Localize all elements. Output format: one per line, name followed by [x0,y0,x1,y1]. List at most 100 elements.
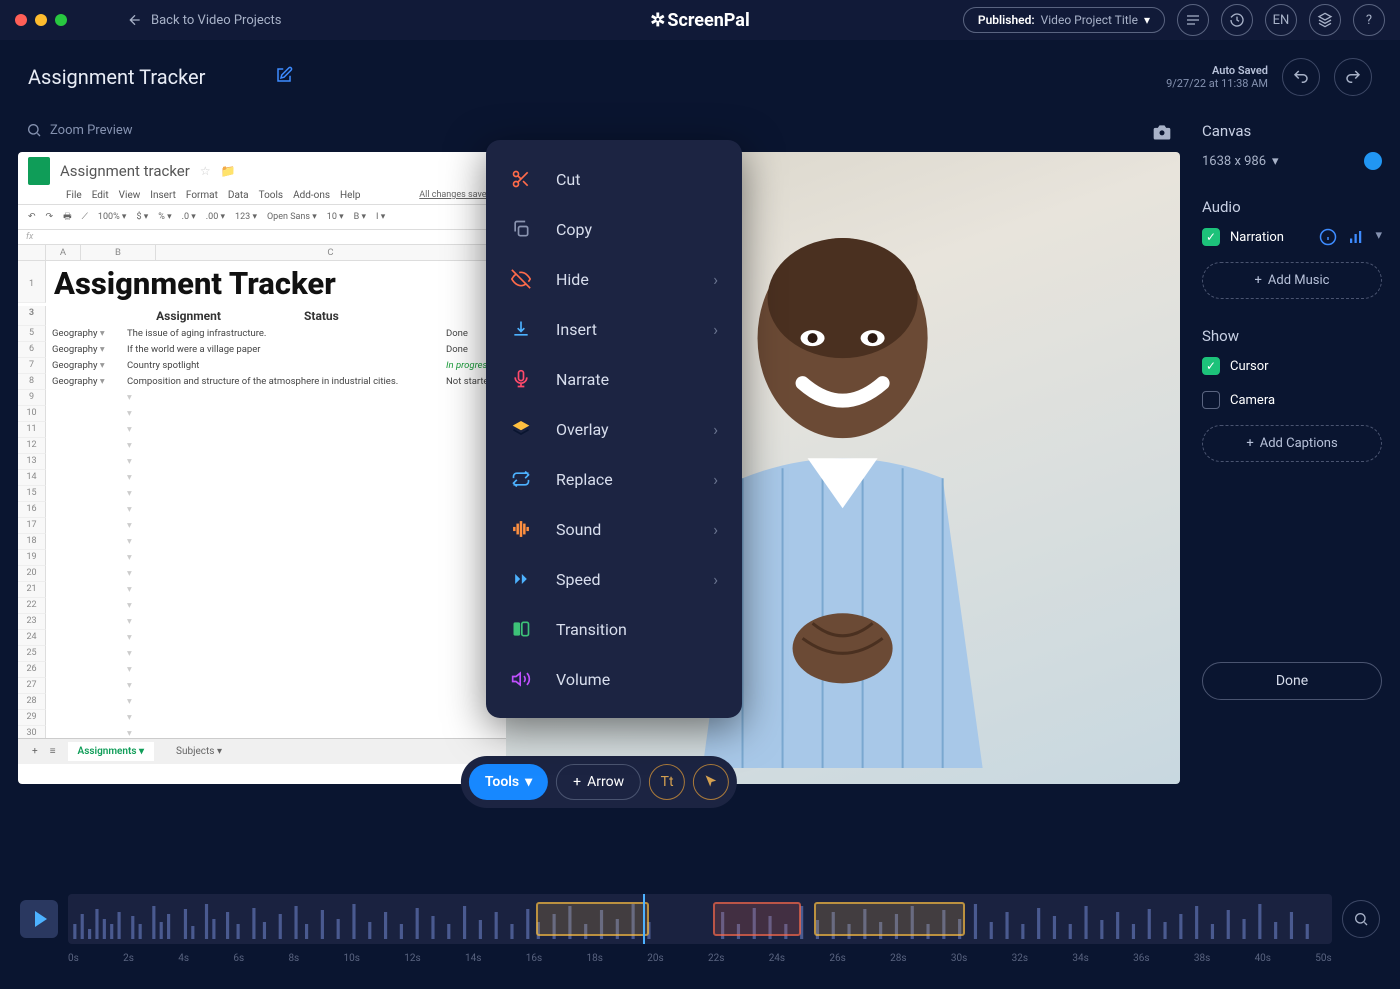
sheet-toolbar-item[interactable]: .00 ▾ [206,212,225,222]
undo-button[interactable] [1282,58,1320,96]
add-sheet-button[interactable]: + [32,746,38,757]
sheet-menu-item[interactable]: Add-ons [293,190,330,201]
menu-item-cut[interactable]: Cut [486,154,742,204]
play-icon [35,911,47,927]
edit-title-button[interactable] [275,66,293,88]
sheet-menu-item[interactable]: Tools [259,190,283,201]
menu-item-narrate[interactable]: Narrate [486,354,742,404]
arrow-tool-button[interactable]: + Arrow [556,764,641,800]
camera-checkbox[interactable] [1202,391,1220,409]
time-tick: 38s [1194,953,1210,964]
sheet-toolbar-item[interactable]: % ▾ [158,212,171,222]
history-button[interactable] [1221,4,1253,36]
minimize-window-button[interactable] [35,14,47,26]
help-button[interactable]: ? [1353,4,1385,36]
sheet-toolbar-item[interactable]: 100% ▾ [98,212,127,222]
sheet-menu-item[interactable]: Format [186,190,218,201]
table-row: 28▾ [18,694,506,710]
menu-item-hide[interactable]: Hide › [486,254,742,304]
waveform-icon [68,894,1332,944]
sheet-toolbar-item[interactable]: Open Sans ▾ [267,212,317,222]
time-tick: 12s [404,953,420,964]
language-button[interactable]: EN [1265,4,1297,36]
col-header-assignment: Assignment [81,306,296,326]
sheet-toolbar-item[interactable]: 10 ▾ [327,212,344,222]
menu-item-volume[interactable]: Volume [486,654,742,704]
sheet-saved-msg: All changes saved i [419,190,496,201]
menu-label: Speed [556,570,600,589]
edit-icon [275,66,293,84]
menu-item-speed[interactable]: Speed › [486,554,742,604]
sheet-toolbar-item[interactable]: $ ▾ [136,212,148,222]
menu-item-replace[interactable]: Replace › [486,454,742,504]
publish-status-label: Published: [978,13,1035,27]
sheet-toolbar-item[interactable]: .0 ▾ [182,212,196,222]
sheet-toolbar-item[interactable]: 123 ▾ [235,212,257,222]
zoom-preview-button[interactable]: Zoom Preview [26,122,133,138]
time-tick: 50s [1315,953,1331,964]
canvas-color-swatch[interactable] [1364,152,1382,170]
table-row: 9▾ [18,390,506,406]
scissors-icon [510,168,532,190]
zoom-preview-label: Zoom Preview [50,123,133,138]
publish-dropdown[interactable]: Published: Video Project Title ▾ [963,7,1165,33]
close-window-button[interactable] [15,14,27,26]
overlay-block-2[interactable] [713,902,801,936]
add-captions-button[interactable]: + Add Captions [1202,425,1382,462]
table-row: 6Geography ▾If the world were a village … [18,342,506,358]
maximize-window-button[interactable] [55,14,67,26]
chevron-right-icon: › [713,470,718,489]
add-music-button[interactable]: + Add Music [1202,262,1382,299]
menu-label: Insert [556,320,597,339]
sheet-tabs: + ≡ Assignments ▾ Subjects ▾ [18,738,506,764]
sheet-toolbar-item[interactable]: I ▾ [376,212,385,222]
sheet-list-button[interactable]: ≡ [50,746,56,757]
chevron-down-icon: ▾ [1144,13,1150,27]
overlay-block-3[interactable] [814,902,966,936]
canvas-dimensions-dropdown[interactable]: 1638 x 986 ▾ [1202,154,1279,169]
sheet-tab-subjects[interactable]: Subjects ▾ [166,742,232,761]
audio-levels-icon[interactable] [1347,228,1365,246]
chevron-right-icon: › [713,320,718,339]
back-button[interactable]: Back to Video Projects [127,12,282,28]
menu-item-copy[interactable]: Copy [486,204,742,254]
play-button[interactable] [20,900,58,938]
sheet-menu-item[interactable]: Edit [92,190,109,201]
table-row: 15▾ [18,486,506,502]
table-row: 29▾ [18,710,506,726]
chevron-down-icon[interactable]: ▾ [1375,228,1382,246]
menu-item-transition[interactable]: Transition [486,604,742,654]
layers-button[interactable] [1309,4,1341,36]
waveform-track[interactable] [68,894,1332,944]
sheet-menu-item[interactable]: File [66,190,82,201]
overlay-block-1[interactable] [536,902,650,936]
sheet-toolbar-item[interactable]: B ▾ [354,212,366,222]
tools-dropdown[interactable]: Tools ▾ [469,764,548,800]
cursor-checkbox[interactable]: ✓ [1202,357,1220,375]
info-icon[interactable] [1319,228,1337,246]
playhead[interactable] [643,894,645,944]
narration-checkbox[interactable]: ✓ [1202,228,1220,246]
table-row: 13▾ [18,454,506,470]
menu-item-insert[interactable]: Insert › [486,304,742,354]
table-row: 11▾ [18,422,506,438]
timeline-zoom-button[interactable] [1342,900,1380,938]
sheet-tab-assignments[interactable]: Assignments ▾ [68,742,155,761]
sheet-menu-item[interactable]: Insert [150,190,176,201]
text-tool-button[interactable]: Tt [649,764,685,800]
sheet-menu-item[interactable]: Data [228,190,249,201]
cursor-tool-button[interactable] [693,764,729,800]
redo-button[interactable] [1334,58,1372,96]
menu-label: Transition [556,620,627,639]
screenshot-button[interactable] [1152,122,1172,146]
search-icon [26,122,42,138]
list-button[interactable] [1177,4,1209,36]
menu-item-sound[interactable]: Sound › [486,504,742,554]
table-row: 10▾ [18,406,506,422]
menu-item-overlay[interactable]: Overlay › [486,404,742,454]
done-button[interactable]: Done [1202,662,1382,700]
sheet-menu-item[interactable]: Help [340,190,360,201]
sheet-menu-item[interactable]: View [119,190,141,201]
time-tick: 36s [1133,953,1149,964]
narration-label: Narration [1230,230,1284,245]
